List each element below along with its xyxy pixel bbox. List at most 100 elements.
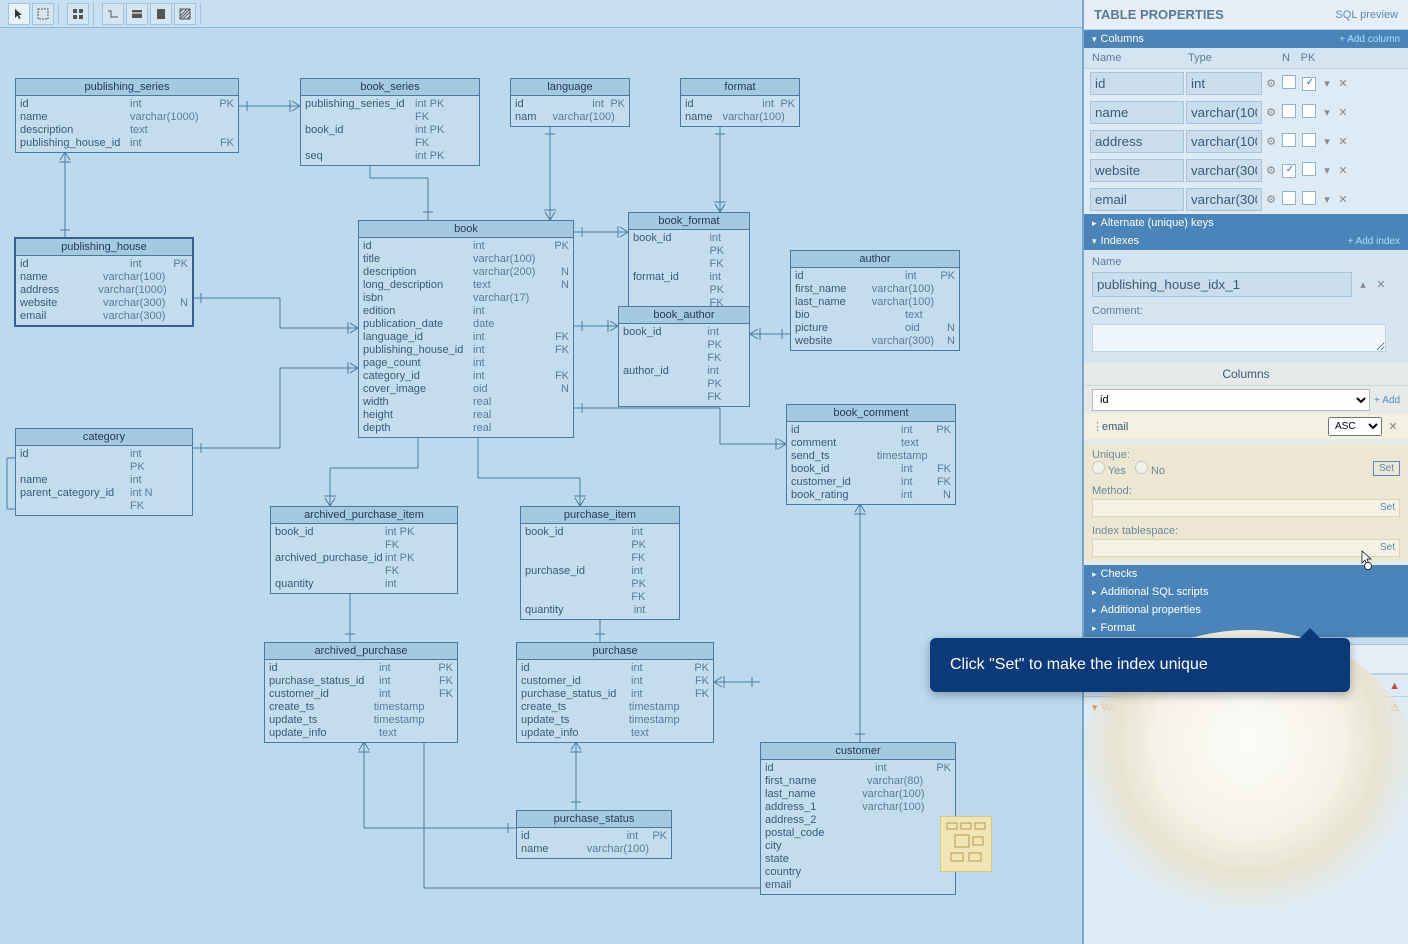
erd-table-book_comment[interactable]: book_commentidintPKcommenttextsend_tstim… [786, 404, 956, 505]
error-icon: ▲ [1389, 680, 1400, 692]
column-type-input[interactable] [1186, 72, 1262, 95]
pk-checkbox[interactable] [1302, 133, 1316, 147]
nullable-checkbox[interactable] [1282, 104, 1296, 118]
method-set-button[interactable]: Set [1375, 501, 1400, 514]
column-name-input[interactable] [1090, 101, 1184, 124]
connector-tool[interactable] [102, 3, 124, 25]
erd-column-row: publishing_series_idint PK FK [301, 98, 479, 124]
remove-icon[interactable]: ✕ [1336, 193, 1350, 206]
collapse-icon[interactable]: ▴ [1356, 278, 1370, 291]
index-name-label: Name [1092, 256, 1400, 268]
erd-table-customer[interactable]: customeridintPKfirst_namevarchar(80)last… [760, 742, 956, 895]
unique-no-radio[interactable]: No [1135, 465, 1165, 477]
erd-column-row: book_idint PK FK [619, 326, 749, 365]
erd-column-row: idintPK [16, 98, 238, 111]
erd-column-row: country [761, 866, 955, 879]
gear-icon[interactable]: ⚙ [1264, 164, 1278, 178]
dropdown-icon[interactable]: ▾ [1320, 193, 1334, 206]
erd-table-book[interactable]: bookidintPKtitlevarchar(100)descriptionv… [358, 220, 574, 438]
erd-table-book_format[interactable]: book_formatbook_idint PK FKformat_idint … [628, 212, 750, 313]
pk-checkbox[interactable] [1302, 162, 1316, 176]
erd-table-purchase[interactable]: purchaseidintPKcustomer_idintFKpurchase_… [516, 642, 714, 743]
scripts-section-header[interactable]: ▸Additional SQL scripts [1084, 583, 1408, 601]
erd-table-category[interactable]: categoryidint PKnameintparent_category_i… [15, 428, 193, 516]
format-section-header[interactable]: ▸Format [1084, 619, 1408, 637]
add-column-link[interactable]: + Add column [1339, 34, 1400, 45]
column-name-input[interactable] [1090, 188, 1184, 211]
erd-canvas[interactable]: publishing_seriesidintPKnamevarchar(1000… [0, 28, 1082, 944]
remove-icon[interactable]: ✕ [1336, 106, 1350, 119]
nullable-checkbox[interactable] [1282, 75, 1296, 89]
index-comment-input[interactable] [1092, 324, 1386, 352]
column-type-input[interactable] [1186, 130, 1262, 153]
erd-column-row: descriptiontext [16, 124, 238, 137]
erd-table-language[interactable]: languageidintPKnamvarchar(100) [510, 78, 630, 127]
grid-tool[interactable] [67, 3, 89, 25]
erd-table-publishing_series[interactable]: publishing_seriesidintPKnamevarchar(1000… [15, 78, 239, 153]
pointer-tool[interactable] [8, 3, 30, 25]
remove-index-icon[interactable]: ✕ [1374, 278, 1388, 291]
column-name-input[interactable] [1090, 72, 1184, 95]
add-index-link[interactable]: + Add index [1347, 236, 1400, 247]
addprops-section-header[interactable]: ▸Additional properties [1084, 601, 1408, 619]
dropdown-icon[interactable]: ▾ [1320, 164, 1334, 177]
column-type-input[interactable] [1186, 159, 1262, 182]
table-tool[interactable] [126, 3, 148, 25]
dropdown-icon[interactable]: ▾ [1320, 77, 1334, 90]
erd-table-publishing_house[interactable]: publishing_houseidintPKnamevarchar(100)a… [15, 238, 193, 326]
nullable-checkbox[interactable] [1282, 191, 1296, 205]
gear-icon[interactable]: ⚙ [1264, 135, 1278, 149]
erd-table-title: archived_purchase [265, 643, 457, 660]
pk-checkbox[interactable] [1302, 77, 1316, 91]
dropdown-icon[interactable]: ▾ [1320, 135, 1334, 148]
erd-table-archived_purchase[interactable]: archived_purchaseidintPKpurchase_status_… [264, 642, 458, 743]
altkeys-section-header[interactable]: ▸Alternate (unique) keys [1084, 214, 1408, 232]
column-name-input[interactable] [1090, 130, 1184, 153]
marquee-tool[interactable] [32, 3, 54, 25]
erd-table-book_series[interactable]: book_seriespublishing_series_idint PK FK… [300, 78, 480, 166]
dropdown-icon[interactable]: ▾ [1320, 106, 1334, 119]
erd-column-row: publishing_house_idintFK [16, 137, 238, 150]
remove-icon[interactable]: ✕ [1336, 164, 1350, 177]
unique-set-button[interactable]: Set [1373, 461, 1400, 476]
pk-checkbox[interactable] [1302, 104, 1316, 118]
remove-index-col-icon[interactable]: ✕ [1386, 420, 1400, 433]
pk-checkbox[interactable] [1302, 191, 1316, 205]
unique-yes-radio[interactable]: Yes [1092, 465, 1126, 477]
erd-column-row: editionint [359, 305, 573, 318]
column-type-input[interactable] [1186, 188, 1262, 211]
nullable-checkbox[interactable] [1282, 164, 1296, 178]
erd-table-author[interactable]: authoridintPKfirst_namevarchar(100)last_… [790, 250, 960, 351]
remove-icon[interactable]: ✕ [1336, 77, 1350, 90]
index-add-column[interactable]: + Add [1374, 395, 1400, 406]
erd-column-row: biotext [791, 309, 959, 322]
hatch-tool[interactable] [174, 3, 196, 25]
index-column-select[interactable]: id [1092, 389, 1370, 411]
erd-column-row: customer_idintFK [517, 675, 713, 688]
indexes-section-header[interactable]: ▾Indexes + Add index [1084, 232, 1408, 250]
sql-preview-link[interactable]: SQL preview [1335, 9, 1398, 21]
columns-section-header[interactable]: ▾Columns + Add column [1084, 30, 1408, 48]
warning-icon: ⚠ [1390, 701, 1400, 714]
erd-table-purchase_item[interactable]: purchase_itembook_idint PK FKpurchase_id… [520, 506, 680, 620]
tablespace-set-button[interactable]: Set [1375, 541, 1400, 554]
remove-icon[interactable]: ✕ [1336, 135, 1350, 148]
gear-icon[interactable]: ⚙ [1264, 77, 1278, 91]
document-tool[interactable] [150, 3, 172, 25]
nullable-checkbox[interactable] [1282, 133, 1296, 147]
minimap-thumbnail[interactable] [940, 816, 992, 872]
erd-table-archived_purchase_item[interactable]: archived_purchase_itembook_idint PK FKar… [270, 506, 458, 594]
erd-table-purchase_status[interactable]: purchase_statusidintPKnamevarchar(100) [516, 810, 672, 859]
erd-table-title: book_comment [787, 405, 955, 422]
column-type-input[interactable] [1186, 101, 1262, 124]
index-order-select[interactable]: ASC [1328, 417, 1382, 436]
gear-icon[interactable]: ⚙ [1264, 106, 1278, 120]
warnings-row[interactable]: ▾ Warnings (0) ⚠ [1084, 696, 1408, 718]
column-name-input[interactable] [1090, 159, 1184, 182]
checks-section-header[interactable]: ▸Checks [1084, 565, 1408, 583]
erd-table-format[interactable]: formatidintPKnamevarchar(100) [680, 78, 800, 127]
erd-column-row: send_tstimestamp [787, 450, 955, 463]
gear-icon[interactable]: ⚙ [1264, 193, 1278, 207]
index-name-input[interactable] [1092, 272, 1352, 297]
erd-table-book_author[interactable]: book_authorbook_idint PK FKauthor_idint … [618, 306, 750, 407]
